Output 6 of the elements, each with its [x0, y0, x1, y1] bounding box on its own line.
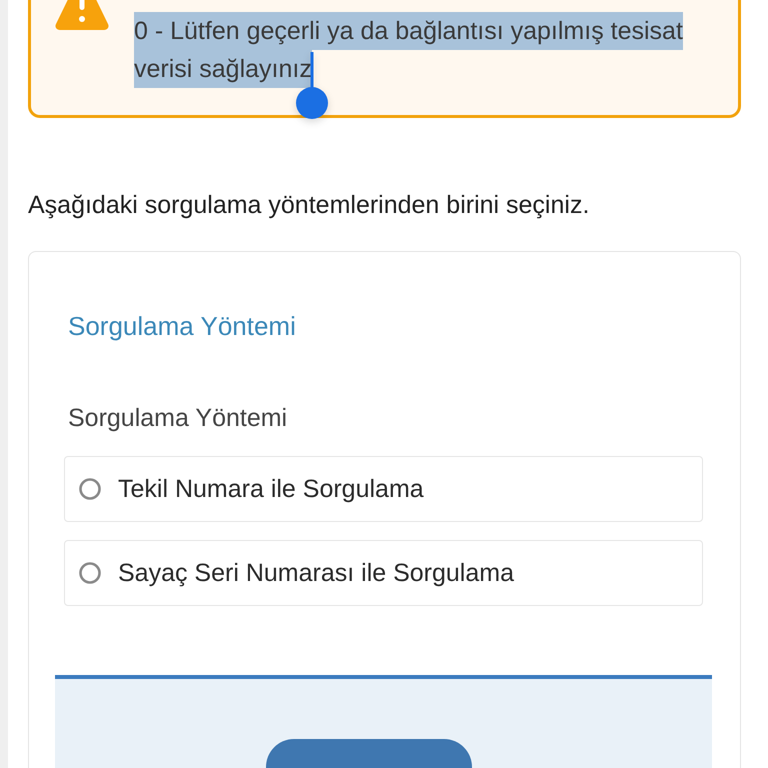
- action-button[interactable]: [266, 739, 472, 768]
- section-heading: Sorgulama Yöntemi: [68, 310, 297, 342]
- field-label: Sorgulama Yöntemi: [68, 403, 288, 433]
- radio-option[interactable]: Tekil Numara ile Sorgulama: [64, 456, 703, 522]
- instruction-text: Aşağıdaki sorgulama yöntemlerinden birini seçiniz.: [28, 190, 590, 220]
- radio-option[interactable]: Sayaç Seri Numarası ile Sorgulama: [64, 540, 703, 606]
